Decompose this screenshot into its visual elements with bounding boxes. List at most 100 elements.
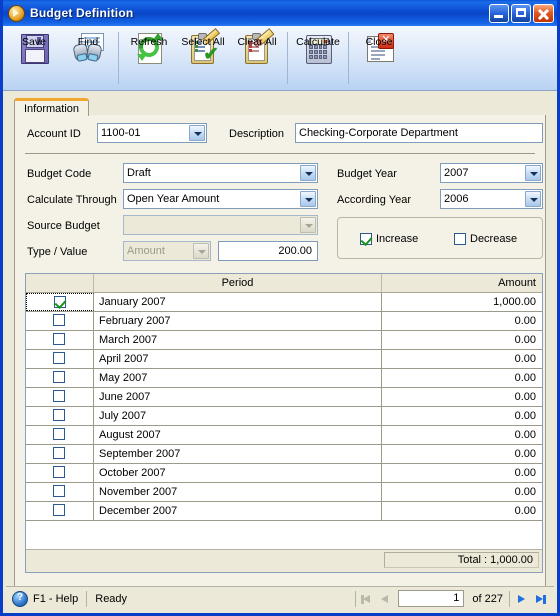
account-id-value: 1100-01 (101, 127, 141, 139)
chevron-down-icon[interactable] (189, 125, 205, 141)
grid-empty-space (26, 521, 542, 550)
page-number-input[interactable]: 1 (398, 590, 465, 607)
maximize-button[interactable] (511, 3, 531, 23)
table-row[interactable]: April 2007 0.00 (26, 350, 542, 369)
row-period-cell[interactable]: January 2007 (94, 293, 382, 311)
table-row[interactable]: June 2007 0.00 (26, 388, 542, 407)
row-checkbox[interactable] (53, 352, 65, 364)
row-amount-cell[interactable]: 0.00 (382, 445, 542, 463)
row-checkbox[interactable] (53, 409, 65, 421)
row-period-cell[interactable]: December 2007 (94, 502, 382, 520)
tab-information[interactable]: Information (14, 98, 90, 116)
row-check-cell[interactable] (26, 350, 94, 368)
row-check-cell[interactable] (26, 369, 94, 387)
type-combo[interactable]: Amount (123, 241, 211, 261)
row-checkbox[interactable] (53, 428, 65, 440)
row-check-cell[interactable] (26, 426, 94, 444)
row-checkbox[interactable] (53, 485, 65, 497)
toolbar-refresh-button[interactable]: Refresh (122, 29, 176, 87)
row-check-cell[interactable] (26, 407, 94, 425)
decrease-checkbox[interactable] (454, 233, 466, 245)
table-row[interactable]: July 2007 0.00 (26, 407, 542, 426)
row-period-cell[interactable]: November 2007 (94, 483, 382, 501)
increase-checkbox[interactable] (360, 233, 372, 245)
source-budget-combo[interactable] (123, 215, 318, 235)
last-record-icon[interactable] (530, 590, 548, 608)
row-checkbox[interactable] (54, 296, 66, 308)
row-amount-cell[interactable]: 0.00 (382, 426, 542, 444)
table-row[interactable]: August 2007 0.00 (26, 426, 542, 445)
row-amount-cell[interactable]: 1,000.00 (382, 293, 542, 311)
chevron-down-icon[interactable] (525, 165, 541, 181)
toolbar-clear-all-button[interactable]: Clear All (230, 28, 284, 87)
table-row[interactable]: September 2007 0.00 (26, 445, 542, 464)
toolbar-calculate-button[interactable]: Calculate (291, 29, 345, 87)
description-input[interactable]: Checking-Corporate Department (295, 123, 543, 143)
row-checkbox[interactable] (53, 504, 65, 516)
row-period-cell[interactable]: September 2007 (94, 445, 382, 463)
row-checkbox[interactable] (53, 466, 65, 478)
row-check-cell[interactable] (26, 293, 94, 311)
according-year-combo[interactable]: 2006 (440, 189, 543, 209)
row-check-cell[interactable] (26, 331, 94, 349)
budget-year-label: Budget Year (337, 168, 397, 180)
budget-code-combo[interactable]: Draft (123, 163, 318, 183)
row-checkbox[interactable] (53, 371, 65, 383)
row-amount-cell[interactable]: 0.00 (382, 312, 542, 330)
row-amount-cell[interactable]: 0.00 (382, 331, 542, 349)
row-period-cell[interactable]: October 2007 (94, 464, 382, 482)
toolbar-save-button[interactable]: Save (7, 29, 61, 87)
table-row[interactable]: February 2007 0.00 (26, 312, 542, 331)
row-checkbox[interactable] (53, 447, 65, 459)
row-check-cell[interactable] (26, 502, 94, 520)
row-check-cell[interactable] (26, 464, 94, 482)
table-row[interactable]: January 2007 1,000.00 (26, 293, 542, 312)
first-record-icon[interactable] (358, 590, 376, 608)
row-amount-cell[interactable]: 0.00 (382, 483, 542, 501)
table-row[interactable]: May 2007 0.00 (26, 369, 542, 388)
toolbar-close-button[interactable]: ✕ Close (352, 29, 406, 87)
row-period-cell[interactable]: February 2007 (94, 312, 382, 330)
table-row[interactable]: October 2007 0.00 (26, 464, 542, 483)
row-period-cell[interactable]: July 2007 (94, 407, 382, 425)
row-check-cell[interactable] (26, 445, 94, 463)
row-amount-cell[interactable]: 0.00 (382, 388, 542, 406)
grid-header-check[interactable] (26, 274, 94, 292)
row-check-cell[interactable] (26, 388, 94, 406)
help-cell[interactable]: ? F1 - Help (6, 590, 84, 608)
table-row[interactable]: November 2007 0.00 (26, 483, 542, 502)
row-amount-cell[interactable]: 0.00 (382, 502, 542, 520)
next-record-icon[interactable] (512, 590, 530, 608)
table-row[interactable]: December 2007 0.00 (26, 502, 542, 521)
row-check-cell[interactable] (26, 312, 94, 330)
row-amount-cell[interactable]: 0.00 (382, 369, 542, 387)
previous-record-icon[interactable] (376, 590, 394, 608)
grid-header-period[interactable]: Period (94, 274, 382, 292)
row-period-cell[interactable]: August 2007 (94, 426, 382, 444)
chevron-down-icon[interactable] (300, 191, 316, 207)
chevron-down-icon[interactable] (525, 191, 541, 207)
table-row[interactable]: March 2007 0.00 (26, 331, 542, 350)
row-period-cell[interactable]: May 2007 (94, 369, 382, 387)
row-check-cell[interactable] (26, 483, 94, 501)
row-amount-cell[interactable]: 0.00 (382, 407, 542, 425)
close-button[interactable] (533, 3, 554, 23)
row-period-cell[interactable]: April 2007 (94, 350, 382, 368)
toolbar-find-button[interactable]: Find (61, 29, 115, 87)
row-period-cell[interactable]: June 2007 (94, 388, 382, 406)
row-checkbox[interactable] (53, 333, 65, 345)
row-amount-cell[interactable]: 0.00 (382, 464, 542, 482)
value-input[interactable]: 200.00 (218, 241, 318, 261)
toolbar-select-all-button[interactable]: ✔ Select All (176, 28, 230, 87)
periods-grid[interactable]: Period Amount January 2007 1,000.00 Februa… (25, 273, 543, 573)
chevron-down-icon[interactable] (300, 165, 316, 181)
grid-header-amount[interactable]: Amount (382, 274, 542, 292)
row-period-cell[interactable]: March 2007 (94, 331, 382, 349)
row-checkbox[interactable] (53, 314, 65, 326)
budget-year-combo[interactable]: 2007 (440, 163, 543, 183)
row-checkbox[interactable] (53, 390, 65, 402)
row-amount-cell[interactable]: 0.00 (382, 350, 542, 368)
account-id-combo[interactable]: 1100-01 (97, 123, 207, 143)
minimize-button[interactable] (489, 3, 509, 23)
calculate-through-combo[interactable]: Open Year Amount (123, 189, 318, 209)
